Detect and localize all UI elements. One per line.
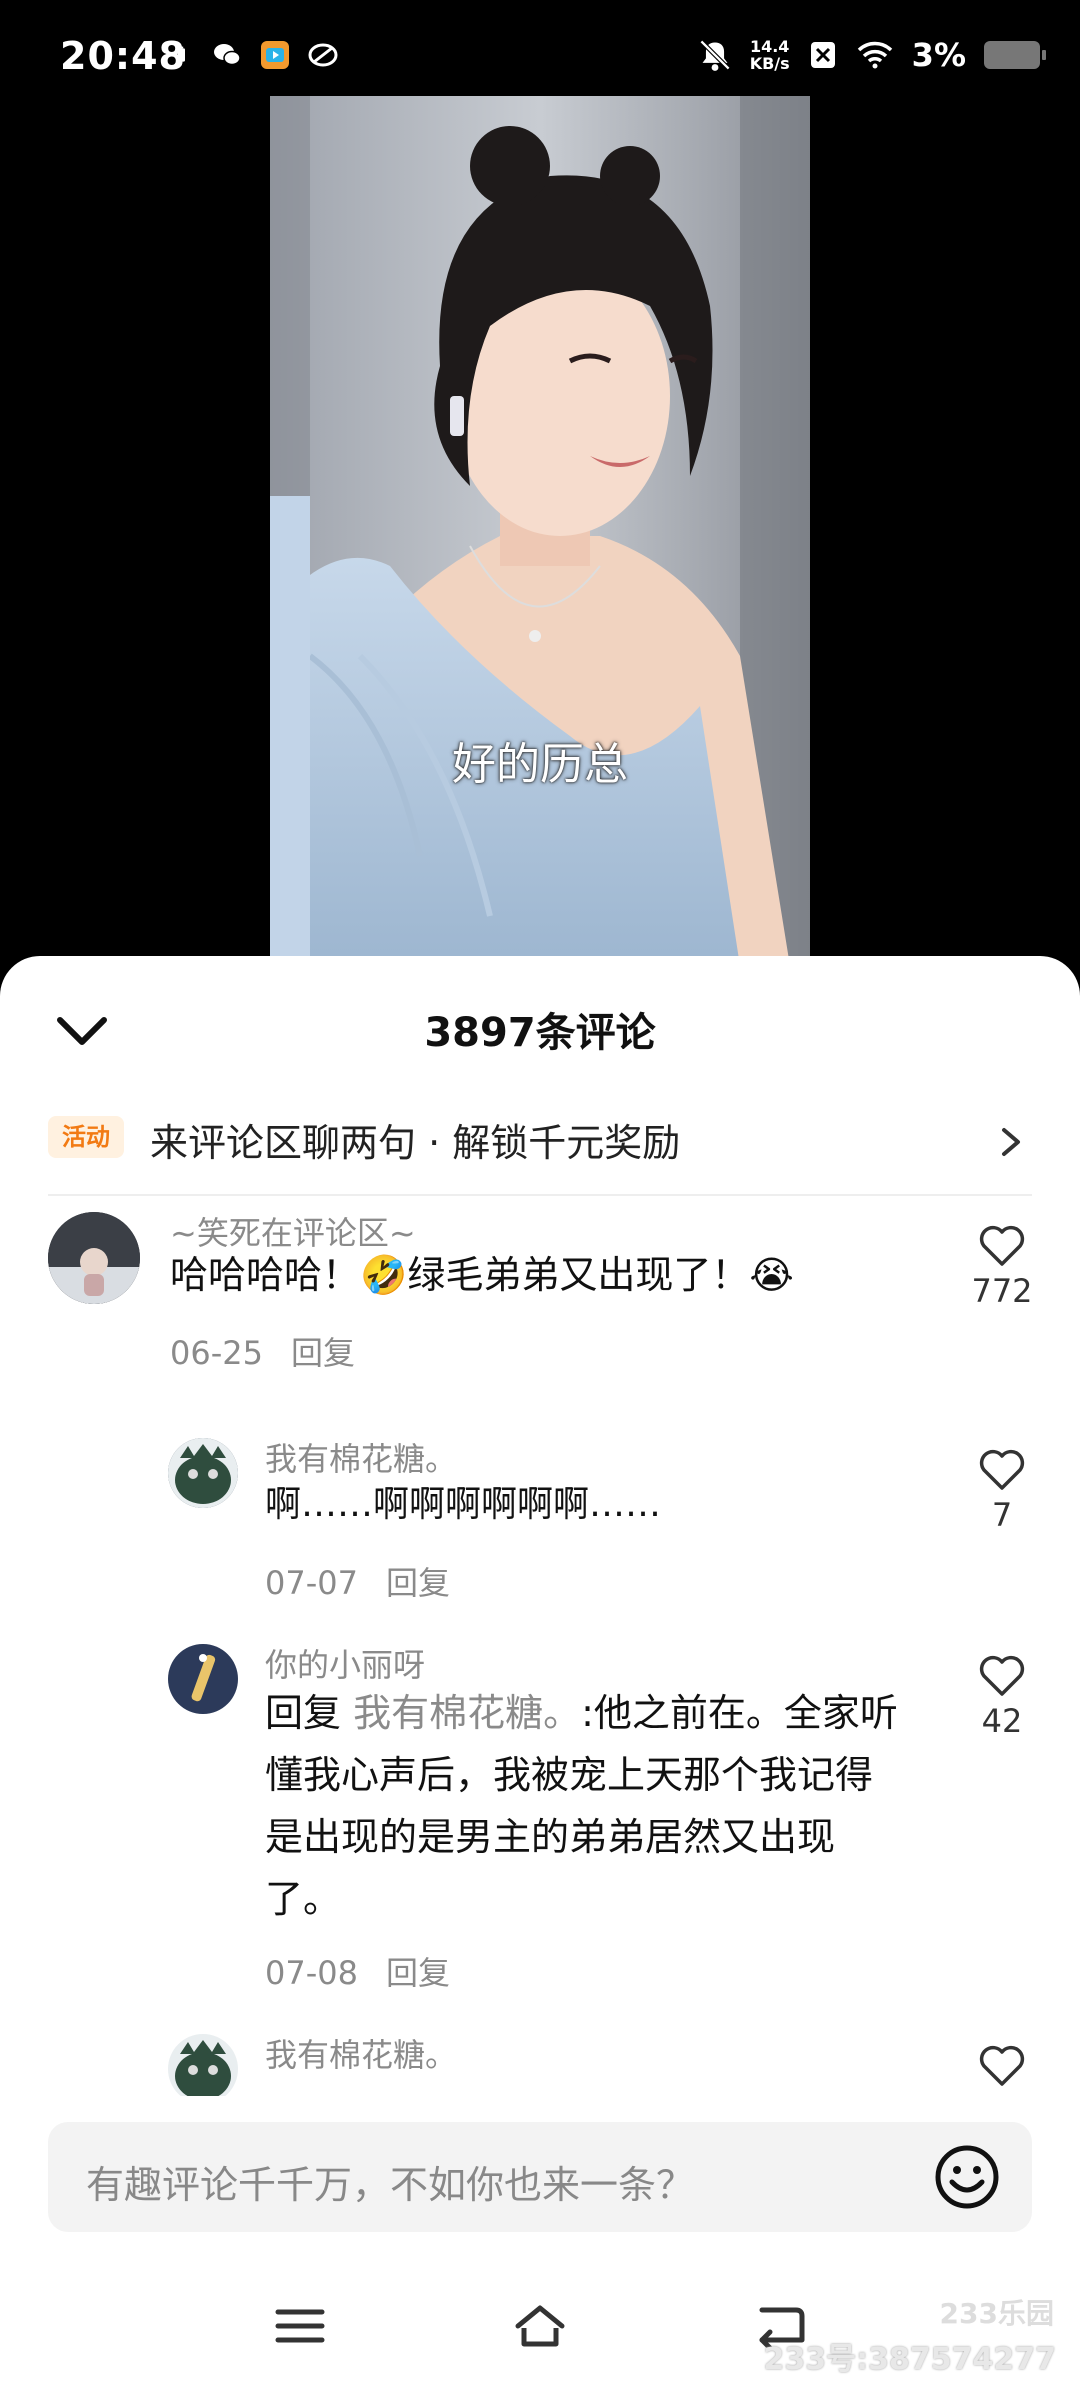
comment-meta: 06-25 回复 [170,1328,355,1374]
battery-icon [984,41,1046,69]
like-count: 772 [971,1272,1033,1310]
avatar[interactable] [48,1212,140,1304]
video-subtitle: 好的历总 [452,739,628,790]
comment-input-placeholder: 有趣评论千千万，不如你也来一条？ [86,2163,695,2207]
reply-button[interactable]: 回复 [386,1954,450,1992]
comment-text: 回复 我有棉花糖。:他之前在。全家听懂我心声后，我被宠上天那个我记得是出现的是男… [265,1682,905,1930]
game-app-icon [308,43,338,67]
comment-text: 哈哈哈哈！🤣绿毛弟弟又出现了！😭 [170,1253,794,1297]
reply-to-user[interactable]: 我有棉花糖。 [353,1691,581,1735]
comment-date: 06-25 [170,1334,263,1372]
watermark-logo: 233乐园 [939,2297,1054,2330]
comment-date: 07-07 [265,1564,358,1602]
comment-username[interactable]: 你的小丽呀 [265,1640,425,1686]
battery-small-icon [177,46,185,62]
video-frame[interactable]: 好的历总 [270,96,810,966]
menu-icon[interactable] [272,2300,328,2352]
comment-count-title: 3897条评论 [424,1010,656,1056]
battery-percent: 3% [911,36,966,74]
system-nav-bar: 233乐园 233号:387574277 [0,2264,1080,2388]
like-count: 7 [991,1496,1013,1534]
heart-icon [979,1449,1025,1490]
avatar[interactable] [168,1438,238,1508]
net-speed-value: 14.4 [749,37,790,56]
comment-item: ~笑死在评论区~ 哈哈哈哈！🤣绿毛弟弟又出现了！😭 06-25 回复 772 [0,1204,1080,1424]
emoji-icon[interactable] [934,2144,1000,2210]
avatar-image [168,2034,238,2096]
status-right: 14.4 KB/s 3% [698,36,1046,74]
reply-prefix: 回复 [265,1691,342,1735]
avatar[interactable] [168,1644,238,1714]
reply-item: 我有棉花糖。 [0,2026,1080,2096]
comment-meta: 07-08 回复 [265,1948,450,1994]
net-speed: 14.4 KB/s [750,38,790,72]
activity-badge: 活动 [48,1116,124,1158]
comment-date: 07-08 [265,1954,358,1992]
status-time: 20:48 [60,34,186,78]
activity-text: 来评论区聊两句 · 解锁千元奖励 [150,1121,681,1165]
avatar[interactable] [168,2034,238,2096]
status-bar: 20:48 14.4 KB/s 3% [0,0,1080,96]
heart-icon [979,1225,1025,1266]
heart-icon [979,2045,1025,2086]
avatar-image [48,1212,140,1304]
reply-button[interactable]: 回复 [291,1334,355,1372]
avatar-image [168,1438,238,1508]
wechat-icon [214,44,241,66]
like-count: 42 [981,1702,1023,1740]
activity-banner[interactable]: 活动 来评论区聊两句 · 解锁千元奖励 [48,1086,1032,1196]
like-button[interactable]: 42 [957,1654,1047,1740]
mute-icon [699,39,730,71]
like-button[interactable] [957,2044,1047,2092]
sheet-header: 3897条评论 [0,956,1080,1086]
comment-text: 啊……啊啊啊啊啊啊…… [265,1484,662,1525]
video-app-icon [261,41,289,69]
watermark-text: 233号:387574277 [763,2342,1057,2377]
comment-meta: 07-07 回复 [265,1558,450,1604]
comment-username[interactable]: 我有棉花糖。 [265,2030,457,2076]
chevron-right-icon [1002,1128,1020,1156]
reply-item: 我有棉花糖。 啊……啊啊啊啊啊啊…… 07-07 回复 7 [0,1430,1080,1620]
status-app-icons [176,40,338,70]
wifi-icon [857,41,892,69]
home-icon[interactable] [512,2300,568,2352]
like-button[interactable]: 7 [957,1448,1047,1534]
video-player[interactable]: 好的历总 [0,96,1080,966]
comment-input[interactable]: 有趣评论千千万，不如你也来一条？ [48,2122,1032,2232]
net-speed-unit: KB/s [749,54,790,73]
heart-icon [979,1655,1025,1696]
avatar-image [168,1644,238,1714]
reply-item: 你的小丽呀 回复 我有棉花糖。:他之前在。全家听懂我心声后，我被宠上天那个我记得… [0,1636,1080,2016]
video-still-image [270,96,810,966]
no-sim-icon [810,42,835,68]
reply-button[interactable]: 回复 [386,1564,450,1602]
like-button[interactable]: 772 [957,1224,1047,1310]
